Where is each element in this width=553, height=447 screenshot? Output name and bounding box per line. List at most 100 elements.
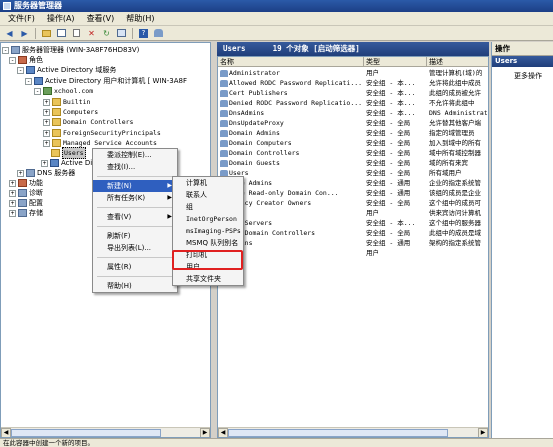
list-item[interactable]: Policy Creator Owners 安全组 - 全局 这个组中的成员可 bbox=[218, 198, 488, 208]
scroll-thumb[interactable] bbox=[11, 429, 161, 437]
tree-features[interactable]: + 功能 bbox=[9, 178, 43, 188]
expand-icon[interactable]: + bbox=[9, 199, 16, 207]
up-icon[interactable] bbox=[40, 28, 53, 39]
folder-icon bbox=[52, 139, 61, 147]
expand-icon[interactable]: + bbox=[17, 169, 24, 177]
more-actions[interactable]: 更多操作 bbox=[492, 71, 553, 81]
scroll-left-icon[interactable]: ◀ bbox=[218, 428, 228, 437]
group-icon bbox=[220, 89, 228, 97]
tree-domain-controllers[interactable]: + Domain Controllers bbox=[43, 117, 133, 127]
tree-roles[interactable]: - 角色 bbox=[9, 55, 43, 65]
tree-config[interactable]: + 配置 bbox=[9, 198, 43, 208]
list-item[interactable]: DnsUpdateProxy 安全组 - 全局 允许替其他客户端 bbox=[218, 118, 488, 128]
list-item[interactable]: 用户 供来宾访问计算机 bbox=[218, 208, 488, 218]
list-item[interactable]: rise Admins 安全组 - 通用 企业的指定系统管 bbox=[218, 178, 488, 188]
menu-action[interactable]: 操作(A) bbox=[41, 12, 81, 26]
delete-icon[interactable]: ✕ bbox=[85, 28, 98, 39]
list-item[interactable]: IAS Servers 安全组 - 本... 这个组中的服务器 bbox=[218, 218, 488, 228]
list-item[interactable]: DM用户 bbox=[218, 248, 488, 258]
help-icon[interactable]: ? bbox=[137, 28, 150, 39]
list-item[interactable]: Domain Guests 安全组 - 全局 域的所有来宾 bbox=[218, 158, 488, 168]
menu-refresh[interactable]: 刷新(F) bbox=[93, 230, 177, 242]
menu-help[interactable]: 帮助(H) bbox=[93, 280, 177, 292]
menu-view[interactable]: 查看(V) ▶ bbox=[93, 211, 177, 223]
list-item[interactable]: Denied RODC Password Replicatio... 安全组 - … bbox=[218, 98, 488, 108]
submenu-group[interactable]: 组 bbox=[173, 201, 243, 213]
submenu-msimaging[interactable]: msImaging-PSPs bbox=[173, 225, 243, 237]
menu-properties[interactable]: 属性(R) bbox=[93, 261, 177, 273]
collapse-icon[interactable]: - bbox=[9, 56, 16, 64]
refresh-icon[interactable]: ↻ bbox=[100, 28, 113, 39]
expand-icon[interactable]: + bbox=[43, 129, 50, 137]
list-item[interactable]: Administrator 用户 管理计算机(域)的 bbox=[218, 68, 488, 78]
expand-icon[interactable]: + bbox=[43, 108, 50, 116]
tree-storage[interactable]: + 存储 bbox=[9, 208, 43, 218]
list-item[interactable]: Cert Publishers 安全组 - 本... 此组的成员被允许 bbox=[218, 88, 488, 98]
list-item[interactable]: Domain Admins 安全组 - 全局 指定的域管理员 bbox=[218, 128, 488, 138]
menu-new[interactable]: 新建(N) ▶ bbox=[93, 180, 177, 192]
menu-help[interactable]: 帮助(H) bbox=[120, 12, 160, 26]
tree-fsp[interactable]: + ForeignSecurityPrincipals bbox=[43, 128, 161, 138]
properties-icon[interactable] bbox=[70, 28, 83, 39]
tree-active-di[interactable]: + Active Di bbox=[41, 158, 92, 168]
expand-icon[interactable]: + bbox=[43, 118, 50, 126]
submenu-msmq-alias[interactable]: MSMQ 队列别名 bbox=[173, 237, 243, 249]
collapse-icon[interactable]: - bbox=[25, 77, 32, 85]
submenu-contact[interactable]: 联系人 bbox=[173, 189, 243, 201]
scroll-left-icon[interactable]: ◀ bbox=[1, 428, 11, 437]
submenu-inetorgperson[interactable]: InetOrgPerson bbox=[173, 213, 243, 225]
back-icon[interactable]: ◀ bbox=[3, 28, 16, 39]
list-item[interactable]: Users 安全组 - 全局 所有域用户 bbox=[218, 168, 488, 178]
list-item[interactable]: Admins安全组 - 通用架构的指定系统管 bbox=[218, 238, 488, 248]
export-icon[interactable] bbox=[115, 28, 128, 39]
forward-icon[interactable]: ▶ bbox=[18, 28, 31, 39]
menu-find[interactable]: 查找(I)... bbox=[93, 161, 177, 173]
menu-all-tasks[interactable]: 所有任务(K) ▶ bbox=[93, 192, 177, 204]
tree-dns[interactable]: + DNS 服务器 bbox=[17, 168, 75, 178]
expand-icon[interactable]: + bbox=[41, 159, 48, 167]
tree-domain[interactable]: - xchool.com bbox=[34, 86, 93, 96]
collapse-icon[interactable]: - bbox=[17, 66, 24, 74]
new-user-icon[interactable] bbox=[152, 28, 165, 39]
list-item[interactable]: Domain Computers 安全组 - 全局 加入到域中的所有 bbox=[218, 138, 488, 148]
show-tree-icon[interactable] bbox=[55, 28, 68, 39]
list-item[interactable]: DnsAdmins 安全组 - 本... DNS Administrato bbox=[218, 108, 488, 118]
column-description[interactable]: 描述 bbox=[427, 57, 488, 66]
scroll-thumb[interactable] bbox=[228, 429, 448, 437]
expand-icon[interactable]: + bbox=[43, 139, 50, 147]
expand-icon[interactable]: + bbox=[9, 209, 16, 217]
folder-icon bbox=[52, 108, 61, 116]
tree-aduc[interactable]: - Active Directory 用户和计算机 [ WIN-3A8F bbox=[25, 76, 187, 86]
list-item[interactable]: nly Domain Controllers 安全组 - 全局 此组中的成员是域 bbox=[218, 228, 488, 238]
scroll-right-icon[interactable]: ▶ bbox=[478, 428, 488, 437]
list-horizontal-scrollbar[interactable]: ◀ ▶ bbox=[218, 427, 488, 437]
column-name[interactable]: 名称 bbox=[218, 57, 364, 66]
collapse-icon[interactable]: - bbox=[2, 46, 9, 54]
expand-icon[interactable]: + bbox=[43, 98, 50, 106]
menu-file[interactable]: 文件(F) bbox=[2, 12, 41, 26]
submenu-shared-folder[interactable]: 共享文件夹 bbox=[173, 273, 243, 285]
tree-root[interactable]: - 服务器管理器 (WIN-3A8F76HD83V) bbox=[2, 45, 139, 55]
actions-section[interactable]: Users bbox=[492, 56, 553, 67]
tree-computers[interactable]: + Computers bbox=[43, 107, 98, 117]
submenu-computer[interactable]: 计算机 bbox=[173, 177, 243, 189]
tree-users[interactable]: Users bbox=[51, 147, 86, 159]
tree-horizontal-scrollbar[interactable]: ◀ ▶ bbox=[1, 427, 210, 437]
list-item[interactable]: Domain Controllers 安全组 - 全局 域中所有域控制器 bbox=[218, 148, 488, 158]
actions-header: 操作 bbox=[492, 42, 553, 56]
list-item[interactable]: rise Read-only Domain Con... 安全组 - 通用 该组的成… bbox=[218, 188, 488, 198]
expand-icon[interactable]: + bbox=[9, 179, 16, 187]
tree-msa[interactable]: + Managed Service Accounts bbox=[43, 138, 157, 148]
tree-builtin[interactable]: + Builtin bbox=[43, 97, 90, 107]
menu-delegate-control[interactable]: 委派控制(E)... bbox=[93, 149, 177, 161]
menu-view[interactable]: 查看(V) bbox=[81, 12, 121, 26]
list-item[interactable]: Allowed RODC Password Replicati... 安全组 - … bbox=[218, 78, 488, 88]
tree-adds[interactable]: - Active Directory 域服务 bbox=[17, 65, 116, 75]
expand-icon[interactable]: + bbox=[9, 189, 16, 197]
collapse-icon[interactable]: - bbox=[34, 87, 41, 95]
tree-diagnostics[interactable]: + 诊断 bbox=[9, 188, 43, 198]
row-type: 安全组 - 全局 bbox=[366, 149, 411, 157]
column-type[interactable]: 类型 bbox=[364, 57, 427, 66]
scroll-right-icon[interactable]: ▶ bbox=[200, 428, 210, 437]
menu-export-list[interactable]: 导出列表(L)... bbox=[93, 242, 177, 254]
